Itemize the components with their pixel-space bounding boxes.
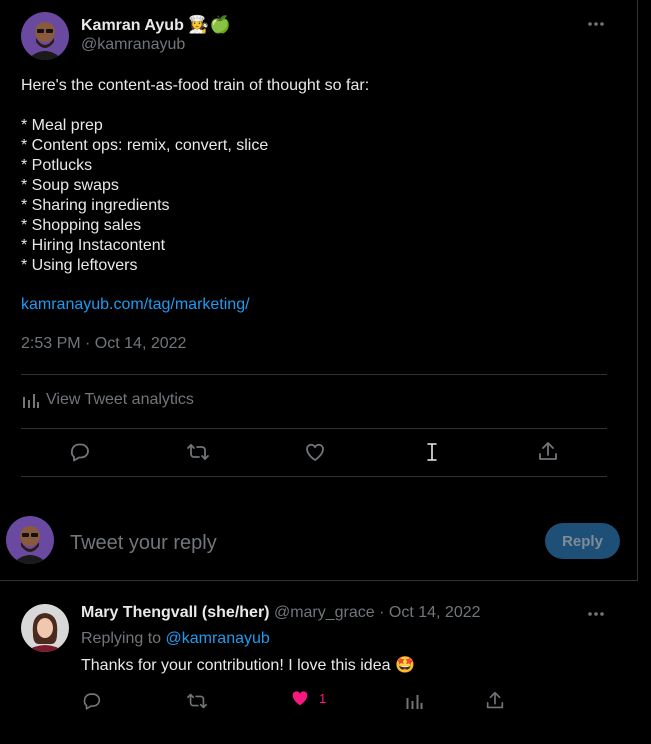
author-name-text[interactable]: Kamran Ayub (81, 17, 184, 34)
reply-date[interactable]: · Oct 14, 2022 (379, 604, 480, 621)
view-analytics-label: View Tweet analytics (46, 391, 194, 408)
reply-reply-icon[interactable] (78, 687, 106, 715)
tweet-intro: Here's the content-as-food train of thou… (21, 77, 370, 94)
tweet-bullet-item: * Content ops: remix, convert, slice (21, 137, 269, 154)
author-handle[interactable]: @kamranayub (81, 36, 185, 54)
analytics-icon (23, 394, 39, 408)
replying-to: Replying to @kamranayub (81, 630, 270, 648)
divider (21, 476, 607, 477)
like-icon[interactable] (301, 438, 329, 466)
reply-icon[interactable] (66, 438, 94, 466)
tweet-bullet-item: * Hiring Instacontent (21, 237, 166, 254)
tweet-timestamp[interactable]: 2:53 PM · Oct 14, 2022 (21, 335, 186, 353)
text-cursor-icon (418, 438, 446, 466)
reply-input[interactable] (68, 528, 472, 558)
share-icon[interactable] (534, 438, 562, 466)
retweet-icon[interactable] (184, 438, 212, 466)
view-analytics-link[interactable]: View Tweet analytics (21, 391, 194, 409)
reply-header: Mary Thengvall (she/her) @mary_grace · O… (81, 604, 481, 622)
reply-analytics-icon[interactable] (400, 687, 428, 715)
replying-to-handle[interactable]: @kamranayub (166, 630, 270, 647)
tweet-bullet-item: * Shopping sales (21, 217, 142, 234)
reply-retweet-icon[interactable] (183, 687, 211, 715)
reply-share-icon[interactable] (481, 687, 509, 715)
tweet-bullet-list: * Meal prep * Content ops: remix, convert… (21, 116, 268, 276)
reply-text-content: Thanks for your contribution! I love thi… (81, 657, 391, 674)
replying-to-label: Replying to (81, 630, 162, 647)
reply-author-avatar[interactable] (21, 604, 69, 652)
reply-like-button[interactable]: 1 (289, 687, 326, 709)
reply-author-name[interactable]: Mary Thengvall (she/her) (81, 604, 270, 621)
heart-filled-icon (292, 691, 308, 706)
tweet-link[interactable]: kamranayub.com/tag/marketing/ (21, 296, 250, 314)
tweet-bullet-item: * Meal prep (21, 117, 103, 134)
author-emoji: 👩‍🍳🍏 (188, 15, 231, 34)
tweet-bullet-item: * Using leftovers (21, 257, 138, 274)
author-name[interactable]: Kamran Ayub 👩‍🍳🍏 (81, 15, 231, 35)
timeline-border (637, 0, 638, 581)
reply-text: Thanks for your contribution! I love thi… (81, 655, 415, 675)
reply-emoji: 🤩 (394, 657, 415, 674)
like-count: 1 (319, 690, 327, 706)
author-avatar[interactable] (21, 12, 69, 60)
compose-avatar[interactable] (6, 516, 54, 564)
reply-button[interactable]: Reply (545, 523, 620, 559)
reply-author-handle[interactable]: @mary_grace (274, 604, 375, 621)
divider (21, 374, 607, 375)
tweet-bullet-item: * Soup swaps (21, 177, 119, 194)
tweet-bullet-item: * Potlucks (21, 157, 93, 174)
divider (0, 580, 638, 581)
reply-more-options-icon[interactable] (586, 604, 606, 624)
tweet-bullet-item: * Sharing ingredients (21, 197, 170, 214)
divider (21, 428, 607, 429)
more-options-icon[interactable] (586, 14, 606, 34)
